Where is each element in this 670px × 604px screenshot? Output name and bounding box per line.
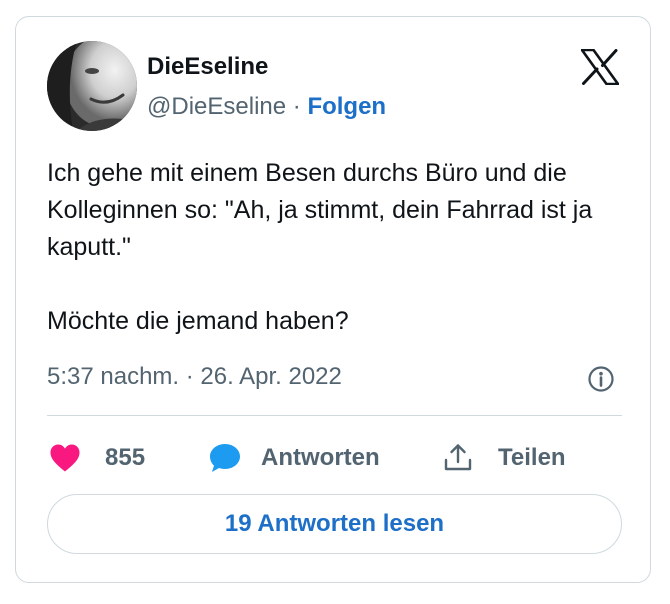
author-handle-row: @DieEseline · Folgen [147, 93, 386, 121]
share-label: Teilen [498, 444, 566, 471]
follow-button[interactable]: Folgen [307, 93, 386, 120]
avatar[interactable] [47, 41, 137, 131]
reply-bubble-icon [210, 444, 240, 472]
heart-icon [50, 444, 80, 472]
author-display-name[interactable]: DieEseline [147, 53, 268, 81]
tweet-timestamp[interactable]: 5:37 nachm. · 26. Apr. 2022 [47, 363, 342, 391]
read-replies-button[interactable]: 19 Antworten lesen [47, 494, 622, 554]
like-button[interactable]: 855 [49, 440, 145, 476]
divider [47, 415, 622, 416]
reply-button[interactable]: Antworten [208, 440, 380, 476]
reply-label: Antworten [261, 444, 380, 471]
handle-separator: · [292, 93, 301, 120]
share-icon [444, 444, 472, 471]
avatar-photo [47, 41, 137, 131]
info-icon[interactable] [587, 365, 615, 393]
author-handle[interactable]: @DieEseline [147, 93, 286, 120]
tweet-card: DieEseline @DieEseline · Folgen Ich gehe… [15, 16, 651, 583]
like-count: 855 [105, 444, 146, 471]
x-logo-icon[interactable] [580, 48, 620, 86]
share-button[interactable]: Teilen [442, 440, 566, 476]
tweet-text: Ich gehe mit einem Besen durchs Büro und… [47, 159, 593, 335]
